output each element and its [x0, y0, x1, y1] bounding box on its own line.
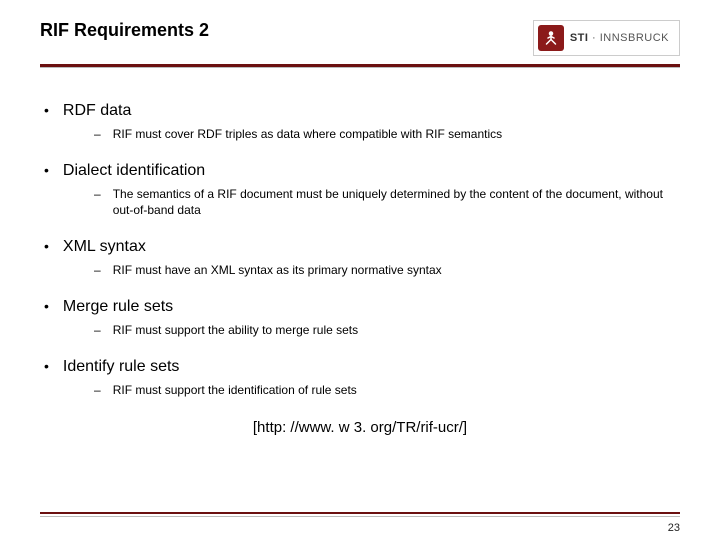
- reference-url: [http: //www. w 3. org/TR/rif-ucr/]: [40, 419, 680, 436]
- bullet-icon: •: [44, 163, 49, 177]
- list-item: • Dialect identification – The semantics…: [40, 162, 680, 218]
- bullet-icon: •: [44, 359, 49, 373]
- list-item: • XML syntax – RIF must have an XML synt…: [40, 238, 680, 278]
- dash-icon: –: [94, 126, 101, 142]
- bullet-icon: •: [44, 103, 49, 117]
- sub-item: – RIF must support the identification of…: [40, 382, 680, 398]
- logo-text-bold: STI: [570, 32, 589, 44]
- slide-header: RIF Requirements 2 STI · INNSBRUCK: [0, 0, 720, 64]
- sub-text: RIF must have an XML syntax as its prima…: [113, 262, 680, 278]
- dash-icon: –: [94, 262, 101, 278]
- item-heading: • XML syntax: [40, 238, 680, 256]
- list-item: • Identify rule sets – RIF must support …: [40, 358, 680, 398]
- logo-badge-icon: [538, 25, 564, 51]
- bullet-icon: •: [44, 239, 49, 253]
- item-label: RDF data: [63, 102, 131, 120]
- list-item: • Merge rule sets – RIF must support the…: [40, 298, 680, 338]
- dash-icon: –: [94, 186, 101, 218]
- sub-item: – RIF must have an XML syntax as its pri…: [40, 262, 680, 278]
- sub-text: RIF must support the identification of r…: [113, 382, 680, 398]
- sub-item: – RIF must support the ability to merge …: [40, 322, 680, 338]
- item-label: XML syntax: [63, 238, 146, 256]
- dash-icon: –: [94, 382, 101, 398]
- page-number: 23: [668, 522, 680, 534]
- logo-text-rest: · INNSBRUCK: [588, 32, 669, 44]
- item-label: Dialect identification: [63, 162, 205, 180]
- sub-item: – RIF must cover RDF triples as data whe…: [40, 126, 680, 142]
- item-label: Merge rule sets: [63, 298, 173, 316]
- slide-content: • RDF data – RIF must cover RDF triples …: [0, 68, 720, 436]
- sti-logo: STI · INNSBRUCK: [533, 20, 680, 56]
- dash-icon: –: [94, 322, 101, 338]
- footer-rule-light: [40, 516, 680, 517]
- list-item: • RDF data – RIF must cover RDF triples …: [40, 102, 680, 142]
- bullet-icon: •: [44, 299, 49, 313]
- item-heading: • RDF data: [40, 102, 680, 120]
- slide-title: RIF Requirements 2: [40, 20, 209, 41]
- sub-text: RIF must support the ability to merge ru…: [113, 322, 680, 338]
- item-label: Identify rule sets: [63, 358, 180, 376]
- item-heading: • Dialect identification: [40, 162, 680, 180]
- sub-text: The semantics of a RIF document must be …: [113, 186, 680, 218]
- logo-text: STI · INNSBRUCK: [570, 32, 669, 44]
- sub-text: RIF must cover RDF triples as data where…: [113, 126, 680, 142]
- sub-item: – The semantics of a RIF document must b…: [40, 186, 680, 218]
- item-heading: • Identify rule sets: [40, 358, 680, 376]
- footer-rule-dark: [40, 512, 680, 515]
- item-heading: • Merge rule sets: [40, 298, 680, 316]
